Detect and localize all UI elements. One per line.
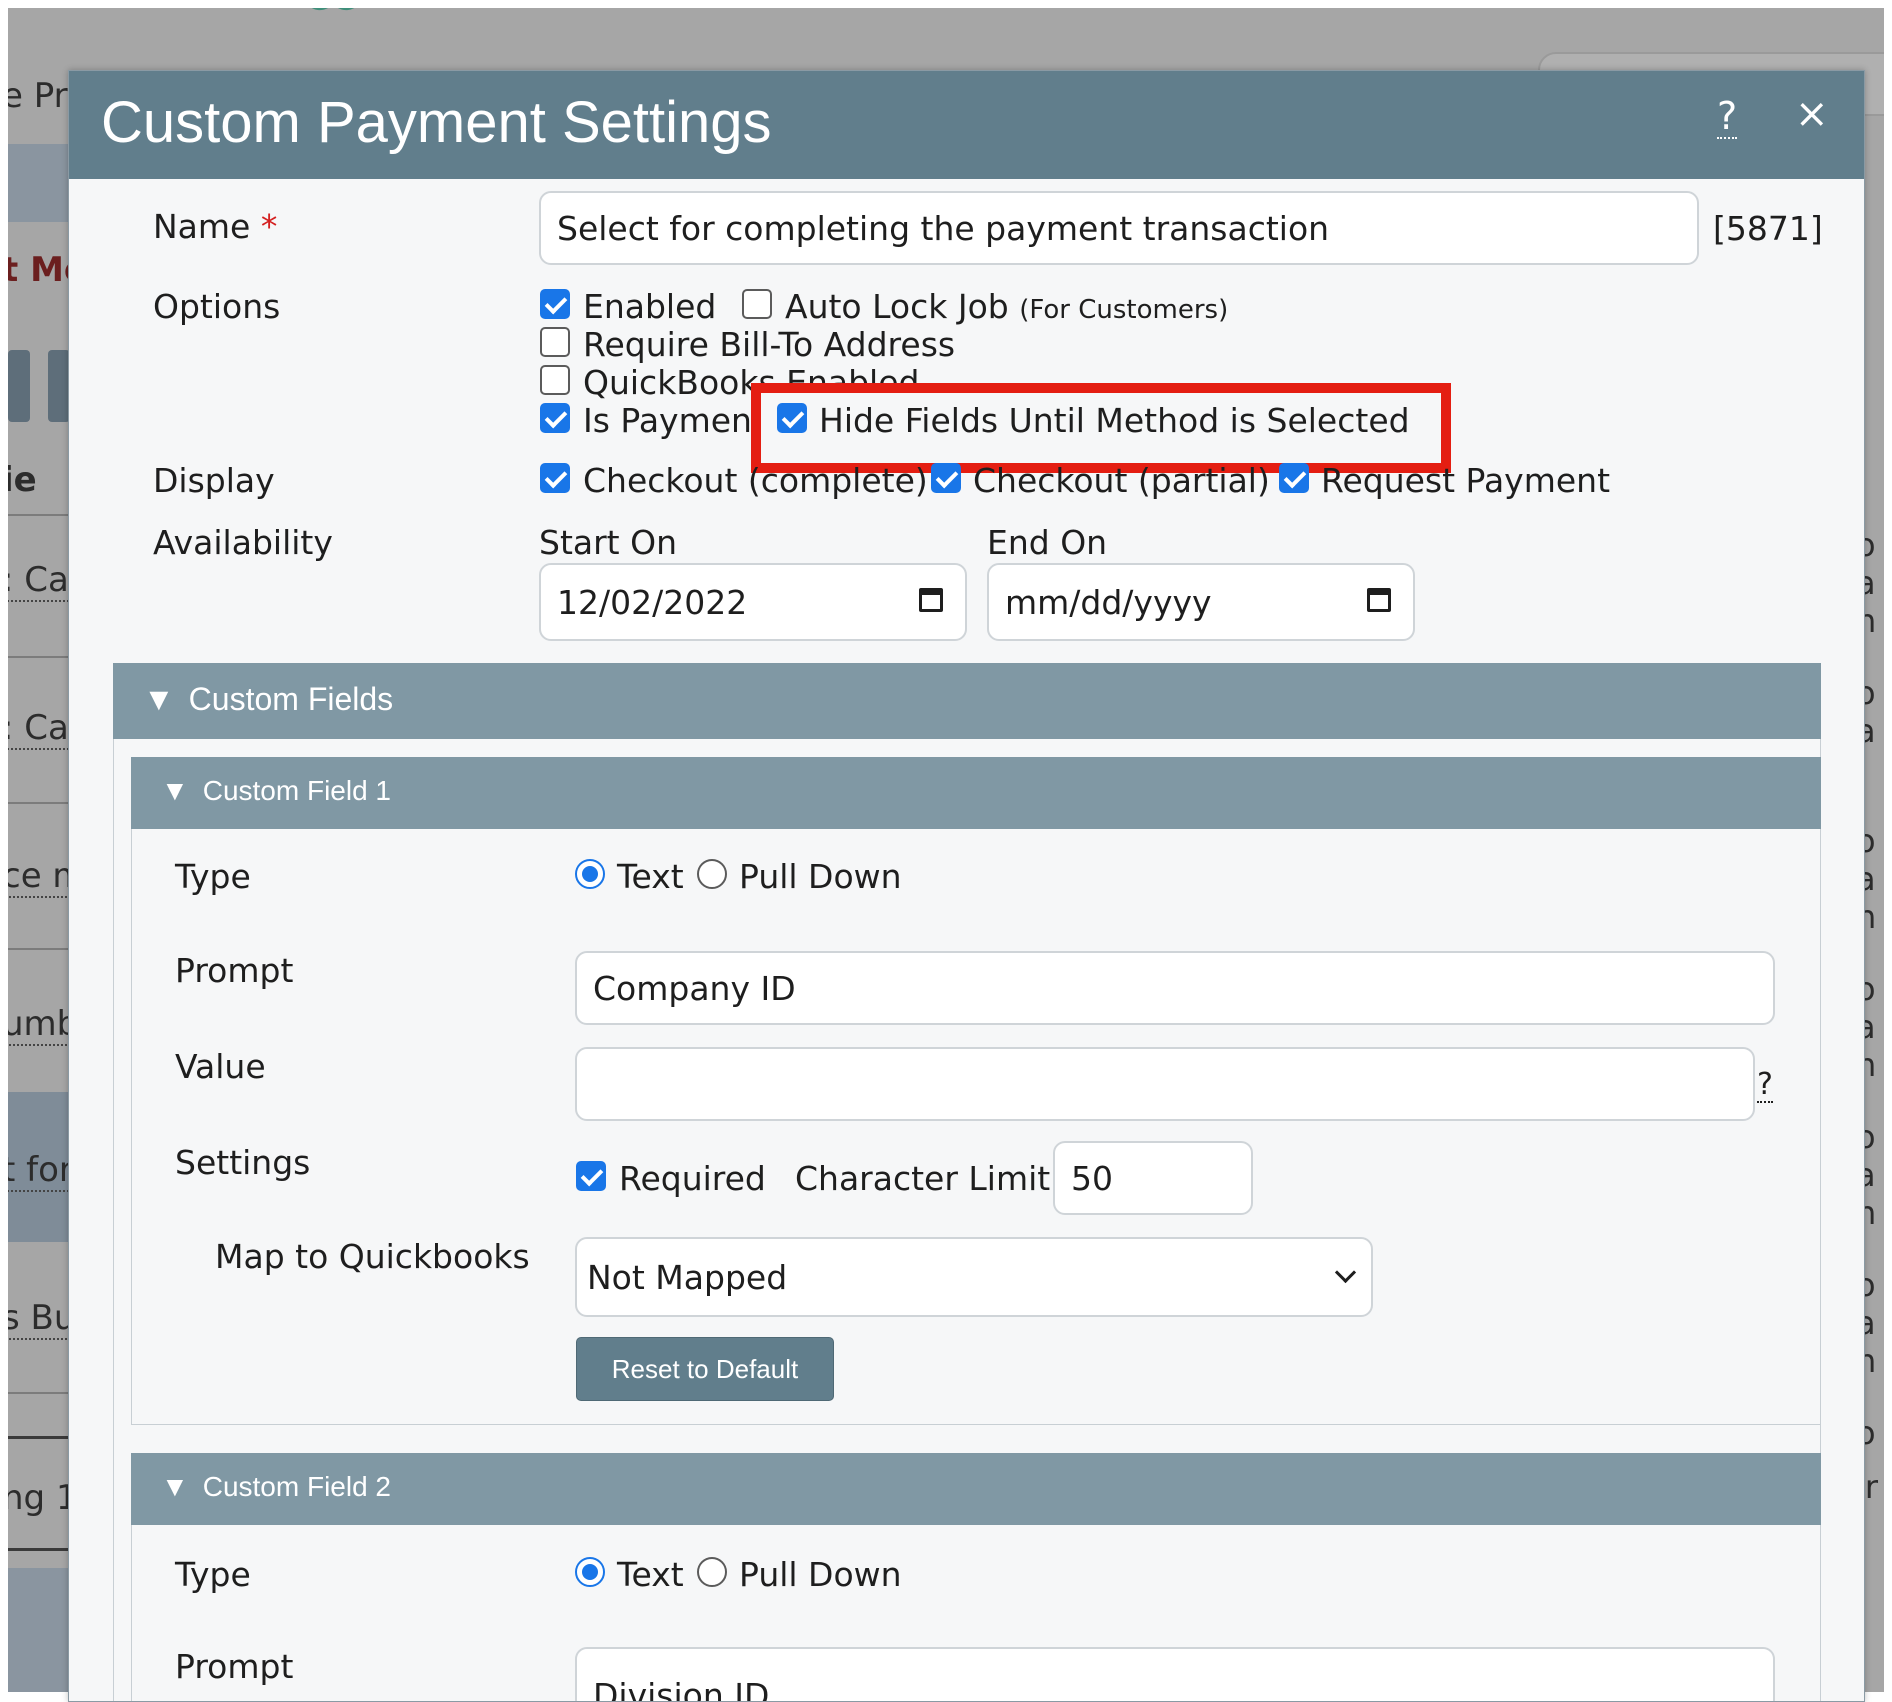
options-label: Options: [153, 287, 281, 326]
require-bill-to-label: Require Bill-To Address: [583, 325, 956, 364]
dialog-titlebar[interactable]: Custom Payment Settings ? ×: [69, 71, 1864, 179]
checkout-complete-checkbox[interactable]: [540, 463, 570, 493]
reset-to-default-button[interactable]: Reset to Default: [576, 1337, 834, 1401]
chevron-down-icon: [1334, 1261, 1357, 1284]
checkout-partial-label: Checkout (partial): [973, 461, 1270, 500]
prompt-label: Prompt: [175, 1647, 294, 1686]
availability-label: Availability: [153, 523, 333, 562]
help-icon[interactable]: ?: [1717, 95, 1738, 139]
checkout-partial-checkbox[interactable]: [931, 463, 961, 493]
name-label: Name *: [153, 207, 278, 246]
calendar-icon[interactable]: [1367, 588, 1391, 612]
settings-label: Settings: [175, 1143, 311, 1182]
name-input[interactable]: Select for completing the payment transa…: [539, 191, 1699, 265]
background-text: e Pr: [8, 76, 68, 116]
end-on-label: End On: [987, 523, 1108, 562]
collapse-triangle-icon: ▼: [161, 1471, 189, 1502]
logo-fragment-icon: [311, 8, 355, 10]
custom-field-1-header[interactable]: ▼ Custom Field 1: [131, 757, 1821, 829]
type-text-label: Text: [617, 1555, 684, 1594]
checkout-complete-label: Checkout (complete): [583, 461, 928, 500]
type-label: Type: [175, 1555, 251, 1594]
type-pulldown-label: Pull Down: [739, 857, 902, 896]
auto-lock-job-checkbox[interactable]: [742, 289, 772, 319]
auto-lock-job-note: (For Customers): [1019, 295, 1229, 325]
is-payment-label: Is Payment: [583, 401, 765, 440]
character-limit-input[interactable]: 50: [1053, 1141, 1253, 1215]
prompt-label: Prompt: [175, 951, 294, 990]
auto-lock-job-label: Auto Lock Job (For Customers): [785, 287, 1229, 326]
type-pulldown-label: Pull Down: [739, 1555, 902, 1594]
collapse-triangle-icon: ▼: [161, 775, 189, 806]
type-pulldown-radio[interactable]: [697, 1557, 727, 1587]
request-payment-checkbox[interactable]: [1279, 463, 1309, 493]
calendar-icon[interactable]: [919, 588, 943, 612]
start-on-date-input[interactable]: 12/02/2022: [539, 563, 967, 641]
value-help-icon[interactable]: ?: [1757, 1069, 1773, 1103]
hide-fields-label: Hide Fields Until Method is Selected: [819, 401, 1410, 440]
enabled-label: Enabled: [583, 287, 717, 326]
required-marker: *: [260, 207, 278, 246]
type-pulldown-radio[interactable]: [697, 859, 727, 889]
quickbooks-enabled-checkbox[interactable]: [540, 365, 570, 395]
require-bill-to-checkbox[interactable]: [540, 327, 570, 357]
enabled-checkbox[interactable]: [540, 289, 570, 319]
type-label: Type: [175, 857, 251, 896]
prompt-input[interactable]: Division ID: [575, 1647, 1775, 1701]
custom-fields-header[interactable]: ▼ Custom Fields: [113, 663, 1821, 739]
is-payment-checkbox[interactable]: [540, 403, 570, 433]
custom-field-2-header[interactable]: ▼ Custom Field 2: [131, 1453, 1821, 1525]
map-to-quickbooks-label: Map to Quickbooks: [215, 1237, 530, 1276]
required-checkbox[interactable]: [576, 1161, 606, 1191]
dialog-title: Custom Payment Settings: [101, 90, 772, 155]
custom-payment-settings-dialog: Custom Payment Settings ? × Name * Selec…: [68, 70, 1865, 1702]
display-label: Display: [153, 461, 275, 500]
background-text: : Ca: [8, 560, 69, 602]
background-text: : Ca: [8, 708, 69, 750]
start-on-label: Start On: [539, 523, 677, 562]
character-limit-label: Character Limit: [795, 1159, 1051, 1198]
required-label: Required: [619, 1159, 766, 1198]
value-input[interactable]: [575, 1047, 1755, 1121]
value-label: Value: [175, 1047, 266, 1086]
background-text: t for: [8, 1150, 73, 1192]
end-on-date-input[interactable]: mm/dd/yyyy: [987, 563, 1415, 641]
close-icon[interactable]: ×: [1795, 91, 1829, 137]
type-text-label: Text: [617, 857, 684, 896]
prompt-input[interactable]: Company ID: [575, 951, 1775, 1025]
type-text-radio[interactable]: [575, 859, 605, 889]
background-text: s Bu: [8, 1298, 76, 1340]
type-text-radio[interactable]: [575, 1557, 605, 1587]
record-id: [5871]: [1713, 209, 1823, 248]
request-payment-label: Request Payment: [1321, 461, 1611, 500]
hide-fields-checkbox[interactable]: [777, 403, 807, 433]
collapse-triangle-icon: ▼: [143, 681, 175, 717]
background-text: ie: [8, 460, 37, 500]
map-to-quickbooks-select[interactable]: Not Mapped: [575, 1237, 1373, 1317]
